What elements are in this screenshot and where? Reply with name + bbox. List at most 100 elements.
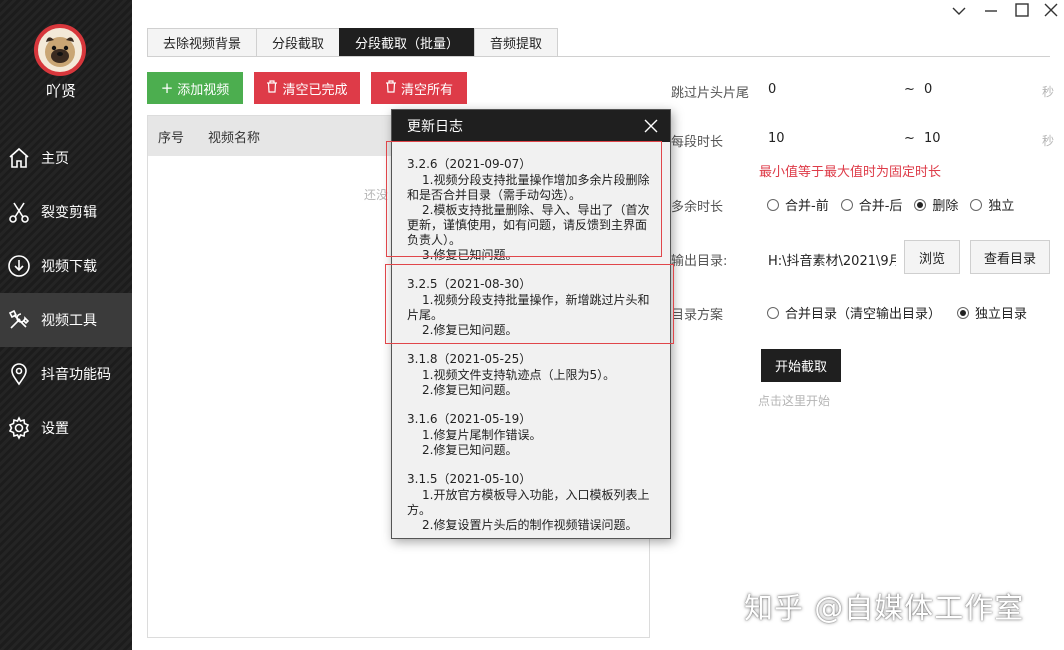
empty-table-hint: 还没 [364,188,389,202]
add-video-label: 添加视频 [177,82,230,98]
skip-unit-label: 秒 [1042,85,1055,99]
column-header-index: 序号 [158,130,185,146]
segment-from-input[interactable]: 10 [768,131,785,146]
changelog-entry: 3.1.8（2021-05-25） 1.视频文件支持轨迹点（上限为5）。 2.修… [407,352,655,398]
changelog-title: 更新日志 [407,119,463,135]
radio-merge-before[interactable]: 合并-前 [767,195,829,214]
download-icon [7,254,31,278]
sidebar-item-label: 主页 [41,151,69,167]
output-directory-path[interactable]: H:\抖音素材\2021\9月\ [768,250,896,269]
changelog-version: 3.1.8（2021-05-25） [407,352,532,366]
sidebar-item-video-download[interactable]: 视频下载 [0,239,132,293]
sidebar-item-label: 视频工具 [41,313,97,329]
clear-all-button[interactable]: 清空所有 [371,72,467,104]
highlight-box [385,264,674,344]
radio-label: 合并目录（清空输出目录） [785,307,942,322]
remaining-duration-label: 多余时长 [671,200,724,215]
changelog-item: 2.修复已知问题。 [422,443,518,457]
radio-label: 独立 [988,199,1015,214]
radio-independent[interactable]: 独立 [970,195,1014,214]
sidebar-item-video-tools[interactable]: 视频工具 [0,293,132,347]
radio-circle [914,198,927,211]
tab-audio-extract[interactable]: 音频提取 [474,28,559,57]
sidebar-item-label: 裂变剪辑 [41,205,97,221]
changelog-version: 3.1.5（2021-05-10） [407,472,532,486]
sidebar-item-home[interactable]: 主页 [0,131,132,185]
radio-circle [767,306,779,319]
trash-icon [385,79,397,97]
changelog-header: 更新日志 [392,110,670,142]
radio-merge-after[interactable]: 合并-后 [840,195,903,214]
changelog-item: 2.修复已知问题。 [422,383,518,397]
tab-segment-cut[interactable]: 分段截取 [256,28,340,57]
scissors-icon [7,200,31,224]
sidebar-item-douyin-code[interactable]: 抖音功能码 [0,347,132,401]
segment-separator: ~ [904,131,915,146]
browse-button[interactable]: 浏览 [904,240,960,274]
radio-circle [840,198,853,211]
view-directory-button[interactable]: 查看目录 [970,240,1050,274]
clear-done-button[interactable]: 清空已完成 [254,72,360,104]
tab-bar: 去除视频背景 分段截取 分段截取（批量） 音频提取 [147,28,559,57]
plus-icon: + [160,79,174,97]
sidebar-item-fission-edit[interactable]: 裂变剪辑 [0,185,132,239]
skip-separator: ~ [904,82,915,97]
location-pin-icon [7,362,31,386]
radio-delete[interactable]: 删除 [914,195,958,214]
changelog-version: 3.1.6（2021-05-19） [407,412,532,426]
radio-merge-directory[interactable]: 合并目录（清空输出目录） [767,303,941,322]
segment-to-input[interactable]: 10 [924,131,941,146]
close-window-button[interactable] [1040,2,1062,22]
skip-from-input[interactable]: 0 [768,82,776,97]
tools-icon [7,308,31,332]
maximize-button[interactable] [1011,2,1033,22]
maximize-icon [1015,3,1029,21]
collapse-button[interactable] [948,2,970,22]
tab-segment-cut-batch[interactable]: 分段截取（批量） [339,28,475,57]
skip-to-input[interactable]: 0 [924,82,932,97]
clear-done-label: 清空已完成 [282,82,348,98]
changelog-item: 1.视频文件支持轨迹点（上限为5）。 [422,368,616,382]
minimize-button[interactable] [980,2,1002,22]
segment-duration-label: 每段时长 [671,135,724,150]
segment-unit-label: 秒 [1042,134,1055,148]
radio-circle [957,306,970,319]
remaining-duration-options: 合并-前 合并-后 删除 独立 [767,195,1026,214]
trash-icon [266,79,278,97]
username: 吖贤 [45,82,76,100]
highlight-box [386,141,662,257]
minimize-icon [984,5,998,20]
close-changelog-button[interactable] [642,117,660,135]
clear-all-label: 清空所有 [400,82,453,98]
gear-icon [7,416,31,440]
sidebar-item-label: 视频下载 [41,259,97,275]
avatar[interactable] [34,24,86,76]
radio-label: 独立目录 [975,307,1028,322]
column-header-name: 视频名称 [208,130,261,146]
chevron-down-icon [952,5,966,20]
changelog-item: 1.开放官方模板导入功能，入口模板列表上方。 [407,488,650,517]
radio-label: 合并-前 [785,199,829,214]
close-icon [644,119,658,133]
changelog-entry: 3.1.6（2021-05-19） 1.修复片尾制作错误。 2.修复已知问题。 [407,412,655,458]
changelog-item: 2.修复设置片头后的制作视频错误问题。 [422,518,638,532]
watermark-text: 知乎 @自媒体工作室 [744,591,1025,625]
changelog-item: 1.修复片尾制作错误。 [422,428,542,442]
radio-circle [767,198,779,211]
radio-circle [970,198,983,211]
directory-scheme-label: 目录方案 [671,308,724,323]
sidebar: 吖贤 主页 裂变剪辑 视频下载 视频工具 抖音功能码 设置 [0,0,132,650]
add-video-button[interactable]: + 添加视频 [147,72,243,104]
radio-label: 合并-后 [858,199,903,214]
output-directory-label: 输出目录: [671,254,728,269]
changelog-entry: 3.1.5（2021-05-10） 1.开放官方模板导入功能，入口模板列表上方。… [407,472,655,533]
close-icon [1044,3,1058,21]
radio-independent-directory[interactable]: 独立目录 [957,303,1027,322]
sidebar-item-label: 抖音功能码 [41,367,111,383]
start-cut-button[interactable]: 开始截取 [761,349,841,382]
tab-remove-background[interactable]: 去除视频背景 [147,28,257,57]
sidebar-item-settings[interactable]: 设置 [0,401,132,455]
sidebar-item-label: 设置 [41,421,69,437]
segment-warning-text: 最小值等于最大值时为固定时长 [759,165,942,180]
tab-divider [147,56,1050,57]
